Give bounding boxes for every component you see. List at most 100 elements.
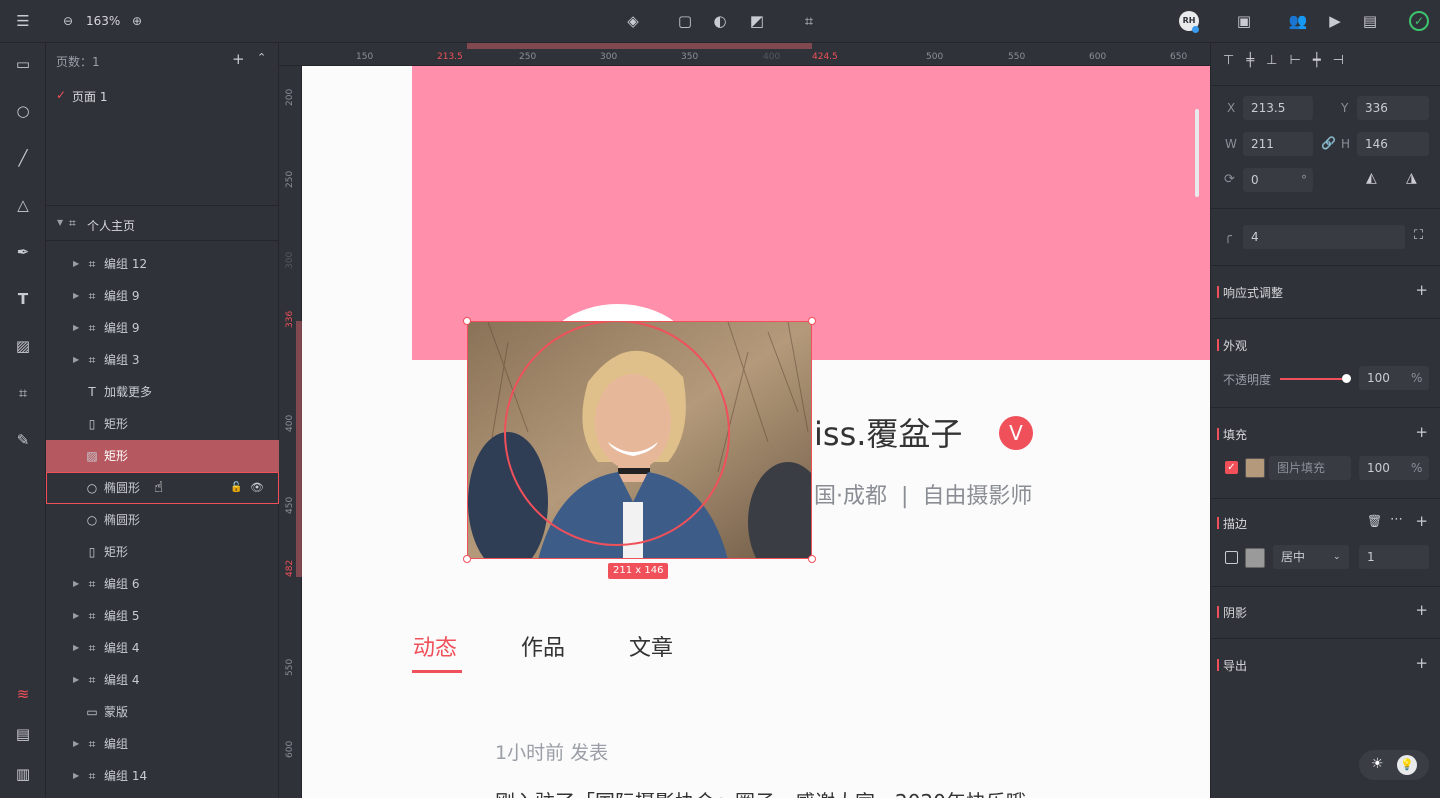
add-responsive-icon[interactable]: +: [1415, 281, 1428, 299]
selected-image-layer[interactable]: [467, 321, 812, 559]
layer-row[interactable]: ▶ ⌗ 编组 6: [46, 568, 279, 600]
resize-handle[interactable]: [808, 555, 816, 563]
layer-row[interactable]: ▶ ⌗ 编组 3: [46, 344, 279, 376]
artboard-name[interactable]: 个人主页: [87, 217, 135, 234]
cover-banner[interactable]: [412, 66, 1210, 360]
x-field[interactable]: 213.5: [1243, 96, 1313, 120]
layer-row[interactable]: ▶ ⌗ 编组: [46, 728, 279, 760]
line-tool-icon[interactable]: ╱: [12, 147, 34, 169]
flip-vertical-icon[interactable]: ◮: [1406, 170, 1417, 186]
assets-icon[interactable]: ▤: [12, 723, 34, 745]
artboard[interactable]: 211 x 146 iss.覆盆子 V 国·成都 | 自由摄影师 动态 作品 文…: [302, 66, 1210, 798]
layer-row[interactable]: ▨ 矩形: [46, 440, 279, 472]
pencil-tool-icon[interactable]: ✎: [12, 429, 34, 451]
image-tool-icon[interactable]: ▨: [12, 335, 34, 357]
page-item[interactable]: 页面 1: [72, 88, 107, 105]
layer-row[interactable]: ▭ 蒙版: [46, 696, 279, 728]
canvas[interactable]: 150 213.5 250 300 350 400 424.5 500 550 …: [279, 43, 1210, 798]
team-icon[interactable]: 👥: [1288, 11, 1308, 31]
expand-caret-icon[interactable]: ▶: [73, 632, 79, 664]
play-icon[interactable]: ▶: [1325, 11, 1345, 31]
section-export[interactable]: 导出: [1216, 657, 1247, 674]
resize-handle[interactable]: [463, 317, 471, 325]
opacity-field[interactable]: 100 %: [1359, 366, 1429, 390]
pen-tool-icon[interactable]: ✒: [12, 241, 34, 263]
layer-row[interactable]: ▶ ⌗ 编组 9: [46, 312, 279, 344]
collapse-pages-icon[interactable]: ⌃: [257, 51, 266, 64]
zoom-level[interactable]: 163%: [86, 14, 120, 28]
expand-caret-icon[interactable]: ▶: [73, 600, 79, 632]
visibility-eye-icon[interactable]: 👁: [250, 472, 264, 504]
layer-row[interactable]: ▶ ⌗ 编组 5: [46, 600, 279, 632]
expand-caret-icon[interactable]: ▶: [73, 664, 79, 696]
section-shadow[interactable]: 阴影: [1216, 604, 1247, 621]
theme-toggle[interactable]: ☀ 💡: [1359, 750, 1429, 780]
layer-row[interactable]: T 加载更多: [46, 376, 279, 408]
resize-handle[interactable]: [808, 317, 816, 325]
bulb-icon[interactable]: 💡: [1397, 755, 1417, 775]
image-fill-thumbnail[interactable]: [1245, 458, 1265, 478]
toolbox-icon[interactable]: ▣: [1234, 11, 1254, 31]
zoom-in-icon[interactable]: ⊕: [127, 11, 147, 31]
align-top-icon[interactable]: ⊤: [1223, 53, 1246, 68]
add-export-icon[interactable]: +: [1415, 654, 1428, 672]
rectangle-tool-icon[interactable]: ▭: [12, 53, 34, 75]
layer-row[interactable]: ○ 椭圆形 🔓 👁 ☝: [46, 472, 279, 504]
section-responsive[interactable]: 响应式调整: [1216, 284, 1283, 301]
mask-icon[interactable]: ◐: [710, 11, 730, 31]
stroke-color-swatch[interactable]: [1245, 548, 1265, 568]
fill-opacity-field[interactable]: 100 %: [1359, 456, 1429, 480]
layer-row[interactable]: ▯ 矩形: [46, 536, 279, 568]
rotation-field[interactable]: 0 °: [1243, 168, 1313, 192]
tab-works[interactable]: 作品: [521, 630, 565, 662]
sun-icon[interactable]: ☀: [1371, 756, 1384, 772]
layers-icon[interactable]: ≋: [12, 683, 34, 705]
crop-icon[interactable]: ⌗: [799, 11, 819, 31]
y-field[interactable]: 336: [1357, 96, 1429, 120]
expand-caret-icon[interactable]: ▶: [73, 344, 79, 376]
expand-caret-icon[interactable]: ▶: [73, 760, 79, 792]
add-fill-icon[interactable]: +: [1415, 423, 1428, 441]
add-shadow-icon[interactable]: +: [1415, 601, 1428, 619]
expand-caret-icon[interactable]: ▶: [73, 568, 79, 600]
fill-enabled-checkbox[interactable]: ✓: [1225, 461, 1238, 474]
saved-check-icon[interactable]: ✓: [1409, 11, 1429, 31]
text-tool-icon[interactable]: T: [12, 288, 34, 310]
add-stroke-icon[interactable]: +: [1415, 512, 1428, 530]
constrain-link-icon[interactable]: 🔗: [1321, 136, 1336, 150]
opacity-slider-knob[interactable]: [1342, 374, 1351, 383]
align-right-icon[interactable]: ⊣: [1333, 53, 1356, 68]
align-bottom-icon[interactable]: ⊥: [1266, 53, 1289, 68]
tab-articles[interactable]: 文章: [629, 630, 673, 662]
layout-icon[interactable]: ▤: [1360, 11, 1380, 31]
layer-row[interactable]: ▶ ⌗ 编组 9: [46, 280, 279, 312]
more-options-icon[interactable]: ⋯: [1390, 512, 1403, 527]
add-page-icon[interactable]: +: [232, 50, 245, 68]
layer-row[interactable]: ▯ 矩形: [46, 408, 279, 440]
expand-caret-icon[interactable]: ▶: [73, 280, 79, 312]
layer-row[interactable]: ▶ ⌗ 编组 12: [46, 248, 279, 280]
artboard-tool-icon[interactable]: ⌗: [12, 382, 34, 404]
unlock-icon[interactable]: 🔓: [230, 472, 242, 504]
layer-row[interactable]: ○ 椭圆形: [46, 504, 279, 536]
ellipse-tool-icon[interactable]: ○: [12, 100, 34, 122]
layer-row[interactable]: ▶ ⌗ 编组 4: [46, 664, 279, 696]
zoom-out-icon[interactable]: ⊖: [58, 11, 78, 31]
flip-horizontal-icon[interactable]: ◭: [1366, 170, 1377, 186]
align-middle-icon[interactable]: ╪: [1246, 53, 1266, 68]
layer-row[interactable]: ▶ ⌗ 编组 14: [46, 760, 279, 792]
align-center-icon[interactable]: ┿: [1313, 53, 1333, 68]
h-field[interactable]: 146: [1357, 132, 1429, 156]
independent-corners-icon[interactable]: ⛶: [1414, 228, 1423, 243]
artboard-caret-icon[interactable]: ▼: [57, 218, 63, 227]
stroke-enabled-checkbox[interactable]: [1225, 551, 1238, 564]
artboard-frame-icon[interactable]: ▢: [675, 11, 695, 31]
stroke-width-field[interactable]: 1: [1359, 545, 1429, 569]
triangle-tool-icon[interactable]: △: [12, 194, 34, 216]
expand-caret-icon[interactable]: ▶: [73, 312, 79, 344]
w-field[interactable]: 211: [1243, 132, 1313, 156]
stroke-position-select[interactable]: 居中 ⌄: [1273, 545, 1349, 569]
expand-caret-icon[interactable]: ▶: [73, 248, 79, 280]
menu-icon[interactable]: ☰: [13, 11, 33, 31]
component-icon[interactable]: ◈: [623, 11, 643, 31]
